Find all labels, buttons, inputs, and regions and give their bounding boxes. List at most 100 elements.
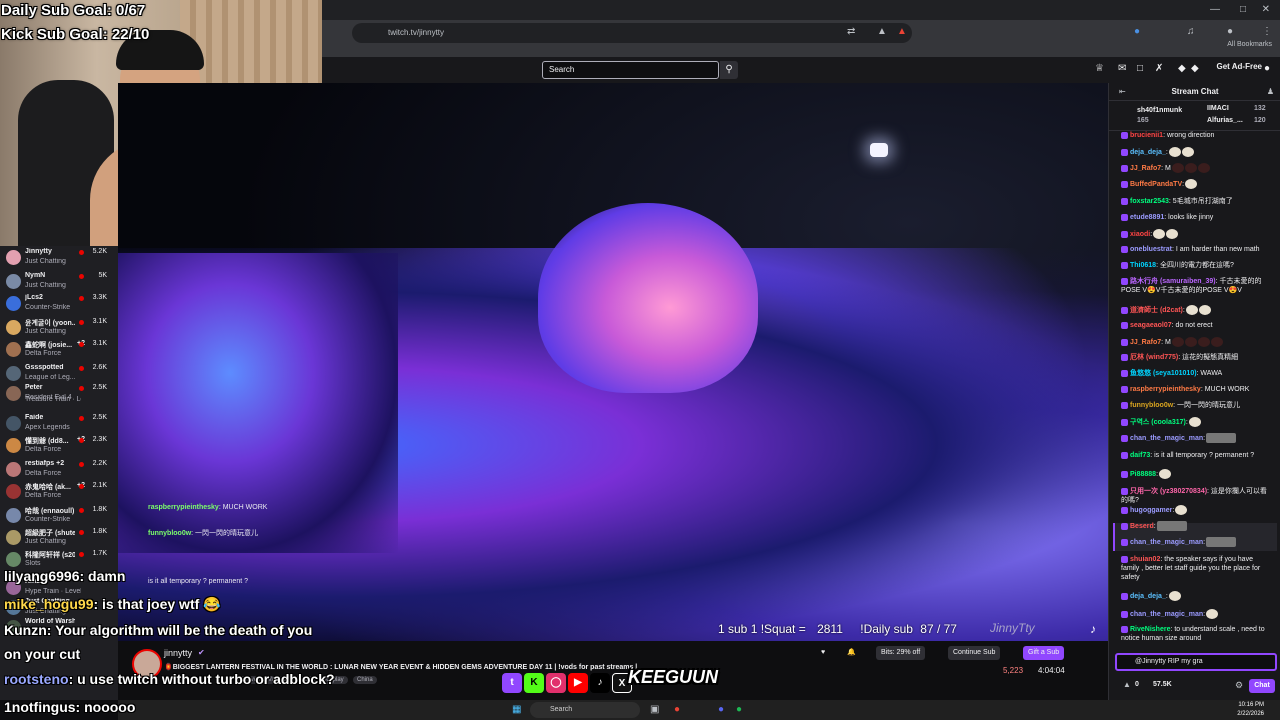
maximize-icon[interactable]: □ — [1240, 4, 1246, 15]
chat-message[interactable]: BuffedPandaTV: — [1121, 179, 1273, 189]
spotify-icon[interactable]: ● — [736, 704, 742, 716]
chat-bubble-icon[interactable]: □ — [1137, 63, 1143, 74]
windows-start-icon[interactable]: ▦ — [512, 704, 521, 716]
ban-icon[interactable]: ✗ — [1155, 63, 1163, 74]
chat-message[interactable]: shuian02: the speaker says if you have f… — [1121, 555, 1273, 582]
chat-message[interactable]: xiaodi: — [1121, 229, 1273, 239]
chat-message[interactable]: 구역스 (coola317): — [1121, 417, 1273, 427]
settings-icon[interactable]: ⚙ — [1235, 679, 1243, 691]
search-input[interactable]: Search — [542, 61, 719, 79]
chat-username[interactable]: daif73 — [1130, 452, 1150, 459]
discord-icon[interactable]: ● — [718, 704, 724, 716]
chat-send-button[interactable]: Chat — [1249, 679, 1275, 693]
chat-message[interactable]: 路木行舟 (samuraiben_39): 千古未愛的的POSE V😍V千古未愛… — [1121, 277, 1273, 295]
minimize-icon[interactable]: — — [1210, 4, 1220, 15]
gift-sub-button[interactable]: Gift a Sub — [1023, 646, 1065, 660]
chat-message-list[interactable]: brucienii1: wrong direction deja_deja_: JJ… — [1109, 131, 1280, 651]
sidebar-channel[interactable]: jLcs2 Counter-Strike 3.3K — [0, 292, 118, 316]
channel-points[interactable]: 57.5K — [1153, 681, 1172, 688]
chat-message[interactable]: RiveNishere: to understand scale , need … — [1121, 625, 1273, 643]
chat-message[interactable]: funnybloo0w: 一閃一閃的晴玩意儿 — [1121, 401, 1273, 410]
chat-username[interactable]: chan_the_magic_man — [1130, 435, 1203, 442]
chat-username[interactable]: chan_the_magic_man — [1130, 611, 1203, 618]
chat-message[interactable]: foxstar2543: 5毛城市吊打湖南了 — [1121, 197, 1273, 206]
heart-icon[interactable]: ♥ — [816, 646, 830, 660]
browser-taskbar-icon[interactable]: ● — [674, 704, 680, 716]
chat-message[interactable]: 道濟師士 (d2cat): — [1121, 305, 1273, 315]
chat-message[interactable]: chan_the_magic_man: — [1121, 609, 1273, 619]
translate-icon[interactable]: ⇄ — [847, 26, 855, 38]
inbox-icon[interactable]: ✉ — [1118, 63, 1126, 74]
menu-icon[interactable]: ⋮ — [1262, 26, 1272, 38]
notification-bell-icon[interactable]: 🔔 — [842, 646, 861, 660]
chat-message[interactable]: JJ_Rafo7: M — [1121, 337, 1273, 347]
puzzle-icon[interactable]: ● — [1227, 26, 1233, 38]
chat-username[interactable]: hugoggamer — [1130, 507, 1172, 514]
leaderboard-first[interactable]: sh40f1nmunk — [1137, 107, 1182, 114]
extension-icon[interactable]: ● — [1134, 26, 1140, 38]
bits-icon[interactable]: ◆ — [1178, 63, 1186, 74]
chat-message[interactable]: brucienii1: wrong direction — [1121, 131, 1273, 140]
chat-message[interactable]: Beserd: — [1121, 521, 1273, 531]
sidebar-channel[interactable]: 哈哉 (ennaoull) Counter-Strike 1.8K — [0, 504, 118, 528]
chat-username[interactable]: BuffedPandaTV — [1130, 181, 1182, 188]
chat-message[interactable]: onebluestrat: I am harder than new math — [1121, 245, 1273, 254]
sidebar-channel[interactable]: restiafps +2 Delta Force 2.2K — [0, 458, 118, 482]
all-bookmarks[interactable]: All Bookmarks — [1227, 41, 1272, 48]
channel-points-icon[interactable]: ▲ — [1123, 679, 1131, 691]
avatar[interactable]: ● — [1264, 63, 1270, 74]
search-icon[interactable]: ⚲ — [720, 61, 738, 79]
user-list-icon[interactable]: ♟ — [1267, 86, 1274, 98]
chat-username[interactable]: brucienii1 — [1130, 132, 1163, 139]
chat-message[interactable]: JJ_Rafo7: M — [1121, 163, 1273, 173]
taskbar-search[interactable]: Search — [530, 702, 640, 718]
warning-icon[interactable]: ▲ — [897, 26, 907, 38]
chat-username[interactable]: seagaeaol07 — [1130, 322, 1172, 329]
chat-input[interactable]: @Jinnytty RIP my gra — [1115, 653, 1277, 671]
chat-message[interactable]: chan_the_magic_man: — [1121, 433, 1273, 443]
chat-username[interactable]: 路木行舟 (samuraiben_39) — [1130, 278, 1216, 285]
task-view-icon[interactable]: ▣ — [650, 704, 659, 716]
streamer-name[interactable]: jinnytty — [164, 648, 192, 658]
chat-message[interactable]: etude8891: looks like jinny — [1121, 213, 1273, 222]
chat-username[interactable]: Pi88888 — [1130, 471, 1156, 478]
sidebar-channel[interactable]: NymN Just Chatting 5K — [0, 270, 118, 294]
chat-username[interactable]: shuian02 — [1130, 556, 1160, 563]
chat-message[interactable]: 鱼悠悠 (seya101010): WAWA — [1121, 369, 1273, 378]
chat-username[interactable]: funnybloo0w — [1130, 402, 1173, 409]
chat-message[interactable]: Pi88888: — [1121, 469, 1273, 479]
chat-message[interactable]: deja_deja_: — [1121, 147, 1273, 157]
chat-message[interactable]: Thi0618: 全四川的電力都在這嗎? — [1121, 261, 1273, 270]
chat-message[interactable]: daif73: is it all temporary ? permanent … — [1121, 451, 1273, 460]
chat-message[interactable]: seagaeaol07: do not erect — [1121, 321, 1273, 330]
chat-username[interactable]: foxstar2543 — [1130, 198, 1169, 205]
collapse-chat-icon[interactable]: ⇤ — [1119, 86, 1126, 98]
chat-message[interactable]: raspberrypieinthesky: MUCH WORK — [1121, 385, 1273, 394]
chat-username[interactable]: deja_deja_ — [1130, 593, 1166, 600]
chat-username[interactable]: 鱼悠悠 (seya101010) — [1130, 370, 1197, 377]
chat-username[interactable]: 道濟師士 (d2cat) — [1130, 307, 1183, 314]
tag-china[interactable]: China — [353, 676, 377, 684]
sidebar-channel[interactable]: 윤계굴이 (yoon... Just Chatting 3.1K — [0, 316, 118, 340]
address-bar[interactable]: twitch.tv/jinnytty — [352, 23, 912, 43]
chat-username[interactable]: xiaodi — [1130, 231, 1150, 238]
crown-icon[interactable]: ♕ — [1095, 63, 1104, 74]
chat-username[interactable]: Thi0618 — [1130, 262, 1156, 269]
chat-username[interactable]: 只用一次 (yz380270834) — [1130, 488, 1207, 495]
chat-username[interactable]: etude8891 — [1130, 214, 1164, 221]
chat-username[interactable]: 구역스 (coola317) — [1130, 419, 1186, 426]
chat-username[interactable]: raspberrypieinthesky — [1130, 386, 1201, 393]
chat-username[interactable]: Beserd — [1130, 523, 1154, 530]
sidebar-channel[interactable]: 超級肥子 (shute...Just Chatting 1.8K — [0, 526, 118, 550]
bits-button[interactable]: Bits: 29% off — [876, 646, 926, 660]
chat-username[interactable]: RiveNishere — [1130, 626, 1170, 633]
chat-message[interactable]: chan_the_magic_man: — [1121, 537, 1273, 547]
chat-username[interactable]: chan_the_magic_man — [1130, 539, 1203, 546]
leaderboard-second[interactable]: IIMACI — [1207, 105, 1229, 112]
chat-username[interactable]: JJ_Rafo7 — [1130, 165, 1161, 172]
chat-username[interactable]: JJ_Rafo7 — [1130, 339, 1161, 346]
sidebar-channel[interactable]: 懂到爺 (dd8...Delta Force+22.3K — [0, 434, 118, 458]
chat-message[interactable]: 只用一次 (yz380270834): 這是你攔人可以看的嗎? — [1121, 487, 1273, 505]
chat-message[interactable]: deja_deja_: — [1121, 591, 1273, 601]
chat-username[interactable]: 厄林 (wind775) — [1130, 354, 1178, 361]
